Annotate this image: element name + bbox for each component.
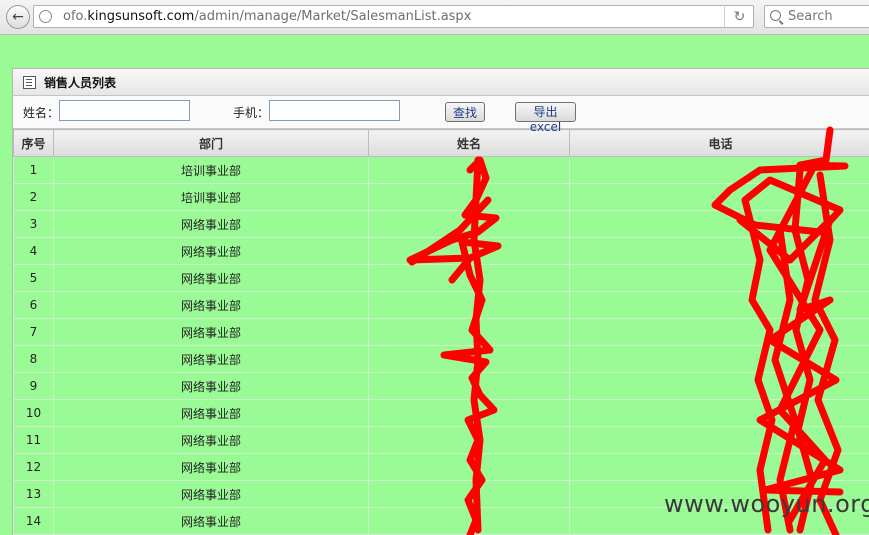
cell-name xyxy=(368,291,570,319)
cell-index: 7 xyxy=(13,318,54,346)
cell-index: 4 xyxy=(13,237,54,265)
cell-index: 14 xyxy=(13,507,54,535)
reload-icon[interactable]: ↻ xyxy=(724,5,754,28)
table-row: 12 网络事业部 xyxy=(13,453,869,481)
search-icon xyxy=(770,10,781,21)
cell-department: 培训事业部 xyxy=(53,183,369,211)
cell-phone xyxy=(569,426,869,454)
cell-department: 网络事业部 xyxy=(53,237,369,265)
cell-index: 12 xyxy=(13,453,54,481)
cell-index: 3 xyxy=(13,210,54,238)
export-excel-button[interactable]: 导出excel xyxy=(515,102,576,134)
cell-name xyxy=(368,318,570,346)
cell-name xyxy=(368,183,570,211)
table-row: 5 网络事业部 xyxy=(13,264,869,292)
cell-name xyxy=(368,372,570,400)
cell-index: 11 xyxy=(13,426,54,454)
cell-name xyxy=(368,399,570,427)
table-row: 9 网络事业部 xyxy=(13,372,869,400)
panel-title: 销售人员列表 xyxy=(44,75,117,90)
cell-phone xyxy=(569,399,869,427)
search-input[interactable]: Search xyxy=(764,5,869,28)
filter-toolbar: 姓名： 手机： 查找 导出excel xyxy=(13,96,869,134)
cell-name xyxy=(368,345,570,373)
col-header-phone[interactable]: 电话 xyxy=(569,129,869,157)
table-row: 8 网络事业部 xyxy=(13,345,869,373)
cell-department: 网络事业部 xyxy=(53,453,369,481)
phone-label: 手机： xyxy=(233,106,270,120)
cell-index: 6 xyxy=(13,291,54,319)
cell-phone xyxy=(569,345,869,373)
cell-index: 2 xyxy=(13,183,54,211)
table-row: 6 网络事业部 xyxy=(13,291,869,319)
cell-phone xyxy=(569,372,869,400)
cell-name xyxy=(368,237,570,265)
url-text: ofo.kingsunsoft.com/admin/manage/Market/… xyxy=(63,9,472,24)
cell-phone xyxy=(569,453,869,481)
cell-name xyxy=(368,480,570,508)
col-header-department[interactable]: 部门 xyxy=(53,129,369,157)
table-row: 3 网络事业部 xyxy=(13,210,869,238)
table-header-row: 序号 部门 姓名 电话 xyxy=(13,129,869,157)
search-placeholder: Search xyxy=(788,9,833,24)
cell-department: 网络事业部 xyxy=(53,372,369,400)
cell-department: 网络事业部 xyxy=(53,264,369,292)
cell-phone xyxy=(569,183,869,211)
cell-department: 网络事业部 xyxy=(53,507,369,535)
cell-phone xyxy=(569,318,869,346)
list-icon xyxy=(23,75,36,89)
col-header-index[interactable]: 序号 xyxy=(13,129,54,157)
salesman-list-panel: 销售人员列表 姓名： 手机： 查找 导出excel 序号 部门 姓名 电话 1培… xyxy=(12,68,869,535)
cell-name xyxy=(368,264,570,292)
cell-department: 网络事业部 xyxy=(53,318,369,346)
panel-header: 销售人员列表 xyxy=(13,69,869,96)
table-row: 10 网络事业部 xyxy=(13,399,869,427)
cell-phone xyxy=(569,264,869,292)
cell-department: 网络事业部 xyxy=(53,345,369,373)
salesman-table: 序号 部门 姓名 电话 1 培训事业部 2 培训事业部 3 网络事业部 4 网络事业部 5 网络事… xyxy=(13,129,869,535)
table-row: 1 培训事业部 xyxy=(13,156,869,184)
name-input[interactable] xyxy=(59,100,190,121)
phone-input[interactable] xyxy=(269,100,400,121)
search-button[interactable]: 查找 xyxy=(445,102,485,122)
cell-name xyxy=(368,453,570,481)
cell-index: 13 xyxy=(13,480,54,508)
cell-phone xyxy=(569,291,869,319)
cell-index: 10 xyxy=(13,399,54,427)
cell-phone xyxy=(569,237,869,265)
cell-index: 5 xyxy=(13,264,54,292)
table-row: 2 培训事业部 xyxy=(13,183,869,211)
back-arrow-icon[interactable]: ← xyxy=(6,5,30,29)
table-row: 11 网络事业部 xyxy=(13,426,869,454)
cell-phone xyxy=(569,156,869,184)
cell-name xyxy=(368,426,570,454)
cell-index: 9 xyxy=(13,372,54,400)
cell-phone xyxy=(569,210,869,238)
cell-index: 8 xyxy=(13,345,54,373)
table-row: 7 网络事业部 xyxy=(13,318,869,346)
cell-department: 网络事业部 xyxy=(53,480,369,508)
watermark-text: www.wooyun.org xyxy=(664,490,869,518)
cell-name xyxy=(368,210,570,238)
cell-department: 培训事业部 xyxy=(53,156,369,184)
browser-toolbar: ← ofo.kingsunsoft.com/admin/manage/Marke… xyxy=(0,0,869,35)
cell-name xyxy=(368,507,570,535)
table-row: 4 网络事业部 xyxy=(13,237,869,265)
cell-department: 网络事业部 xyxy=(53,399,369,427)
globe-icon xyxy=(39,10,52,23)
name-label: 姓名： xyxy=(23,106,60,120)
cell-department: 网络事业部 xyxy=(53,426,369,454)
address-bar[interactable]: ofo.kingsunsoft.com/admin/manage/Market/… xyxy=(33,5,754,28)
cell-department: 网络事业部 xyxy=(53,291,369,319)
cell-name xyxy=(368,156,570,184)
cell-department: 网络事业部 xyxy=(53,210,369,238)
cell-index: 1 xyxy=(13,156,54,184)
